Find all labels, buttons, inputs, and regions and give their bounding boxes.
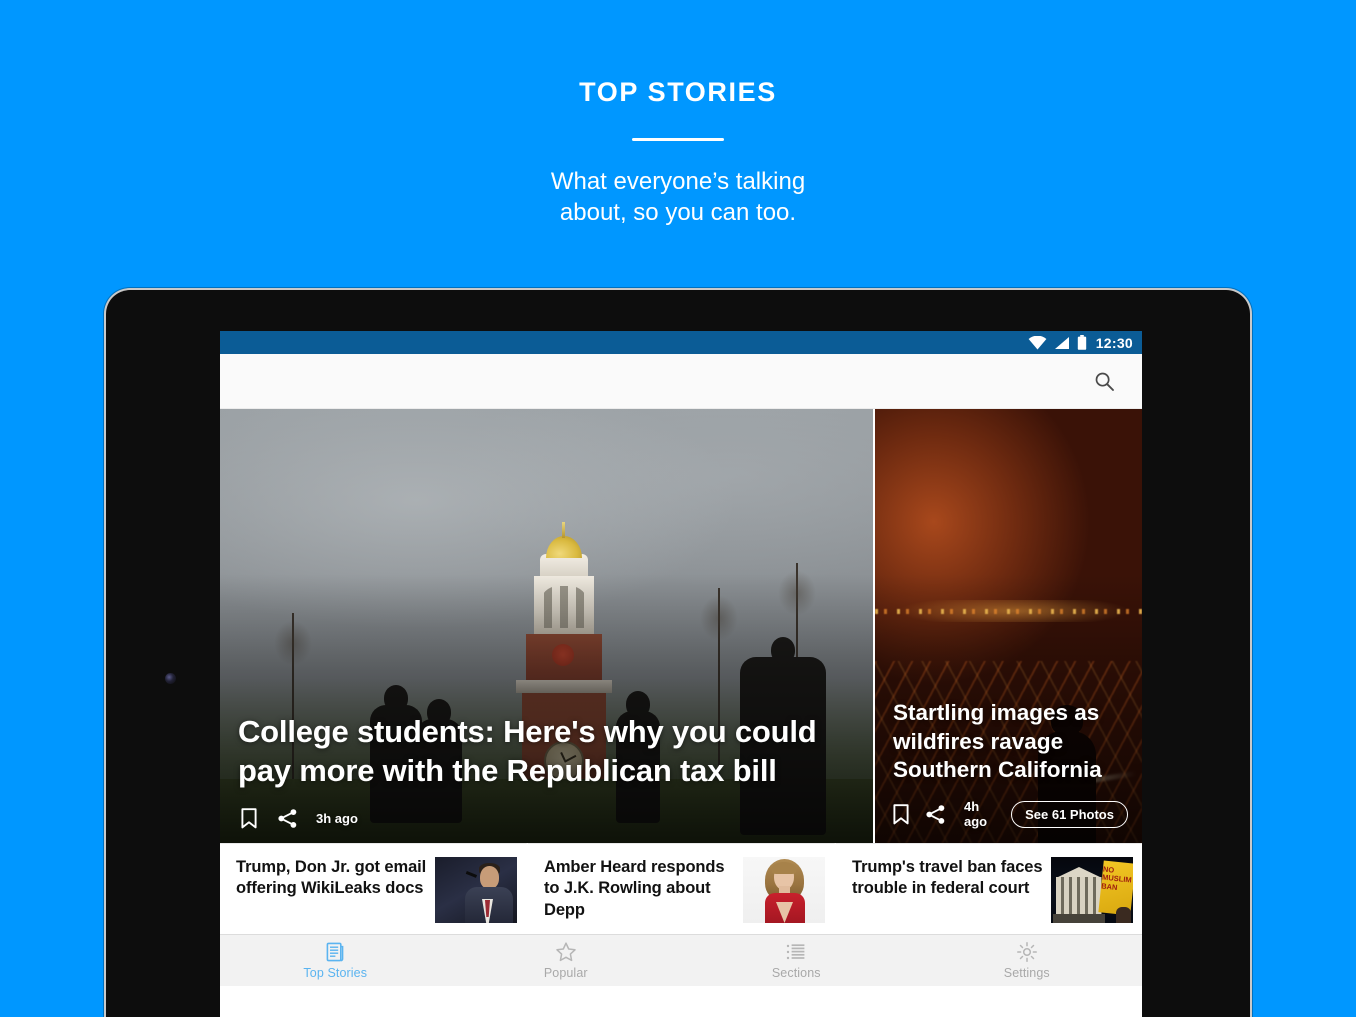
sign-line-3: BAN bbox=[1100, 881, 1118, 892]
promo-subtitle: What everyone’s talking about, so you ca… bbox=[0, 167, 1356, 228]
hero-story-side[interactable]: Startling images as wildfires ravage Sou… bbox=[873, 409, 1142, 843]
hero-main-content: College students: Here's why you could p… bbox=[220, 712, 873, 843]
tab-settings[interactable]: Settings bbox=[912, 935, 1143, 986]
tab-label: Popular bbox=[543, 966, 588, 980]
status-bar: 12:30 bbox=[220, 331, 1142, 354]
bookmark-button[interactable] bbox=[893, 803, 909, 825]
hero-main-actions: 3h ago bbox=[238, 807, 855, 829]
story-card-title: Trump's travel ban faces trouble in fede… bbox=[852, 858, 1043, 898]
hero-side-actions: 4h ago See 61 Photos bbox=[893, 799, 1128, 829]
promo-subtitle-line-1: What everyone’s talking bbox=[550, 168, 806, 196]
story-card-thumbnail bbox=[435, 857, 517, 923]
hero-main-headline: College students: Here's why you could p… bbox=[238, 713, 817, 789]
star-icon bbox=[556, 942, 576, 962]
share-icon bbox=[926, 804, 945, 824]
see-photos-button[interactable]: See 61 Photos bbox=[1011, 800, 1128, 828]
story-card[interactable]: Amber Heard responds to J.K. Rowling abo… bbox=[528, 843, 836, 934]
page-title: TOP STORIES bbox=[579, 77, 777, 107]
hero-story-main[interactable]: College students: Here's why you could p… bbox=[220, 409, 873, 843]
wifi-icon bbox=[1028, 335, 1047, 349]
bookmark-button[interactable] bbox=[238, 807, 260, 829]
bookmark-icon bbox=[241, 807, 257, 828]
hero-stories-row: College students: Here's why you could p… bbox=[220, 409, 1142, 843]
story-card-title: Amber Heard responds to J.K. Rowling abo… bbox=[544, 858, 725, 919]
device-screen: 12:30 College students: Here's why you c… bbox=[220, 331, 1142, 1017]
story-card[interactable]: Trump's travel ban faces trouble in fede… bbox=[836, 843, 1142, 934]
status-bar-clock: 12:30 bbox=[1095, 334, 1133, 351]
protest-sign-text: NO MUSLIM BAN bbox=[1100, 865, 1132, 894]
story-cards-row: Trump, Don Jr. got email offering WikiLe… bbox=[220, 843, 1142, 934]
tablet-device: 12:30 College students: Here's why you c… bbox=[104, 288, 1252, 1017]
cellular-signal-icon bbox=[1054, 336, 1069, 349]
bottom-tab-bar: Top Stories Popular Sections Settings bbox=[220, 934, 1142, 986]
newspaper-icon bbox=[326, 942, 344, 962]
hero-main-timestamp: 3h ago bbox=[316, 810, 358, 826]
story-card-thumbnail: NO MUSLIM BAN bbox=[1051, 857, 1133, 923]
promo-subtitle-line-2: about, so you can too. bbox=[559, 199, 797, 227]
bookmark-icon bbox=[893, 803, 909, 824]
share-icon bbox=[277, 808, 296, 828]
share-button[interactable] bbox=[276, 807, 298, 829]
search-button[interactable] bbox=[1088, 365, 1120, 397]
search-icon bbox=[1095, 372, 1114, 391]
tab-label: Top Stories bbox=[303, 966, 368, 980]
tab-top-stories[interactable]: Top Stories bbox=[220, 935, 451, 986]
tab-label: Settings bbox=[1003, 966, 1050, 980]
story-card[interactable]: Trump, Don Jr. got email offering WikiLe… bbox=[220, 843, 528, 934]
hero-side-timestamp: 4h ago bbox=[964, 799, 988, 829]
story-card-thumbnail bbox=[743, 857, 825, 923]
story-card-title: Trump, Don Jr. got email offering WikiLe… bbox=[236, 858, 427, 898]
hero-side-headline: Startling images as wildfires ravage Sou… bbox=[893, 700, 1102, 783]
battery-icon bbox=[1077, 335, 1086, 350]
share-button[interactable] bbox=[925, 803, 946, 825]
title-divider bbox=[632, 138, 724, 142]
promo-header: TOP STORIES What everyone’s talking abou… bbox=[0, 0, 1356, 229]
tab-popular[interactable]: Popular bbox=[451, 935, 682, 986]
tab-sections[interactable]: Sections bbox=[681, 935, 912, 986]
hero-side-content: Startling images as wildfires ravage Sou… bbox=[875, 699, 1142, 843]
gear-icon bbox=[1016, 942, 1037, 962]
list-icon bbox=[787, 944, 805, 960]
app-bar bbox=[220, 354, 1142, 409]
tab-label: Sections bbox=[771, 966, 821, 980]
front-camera-icon bbox=[165, 673, 176, 684]
